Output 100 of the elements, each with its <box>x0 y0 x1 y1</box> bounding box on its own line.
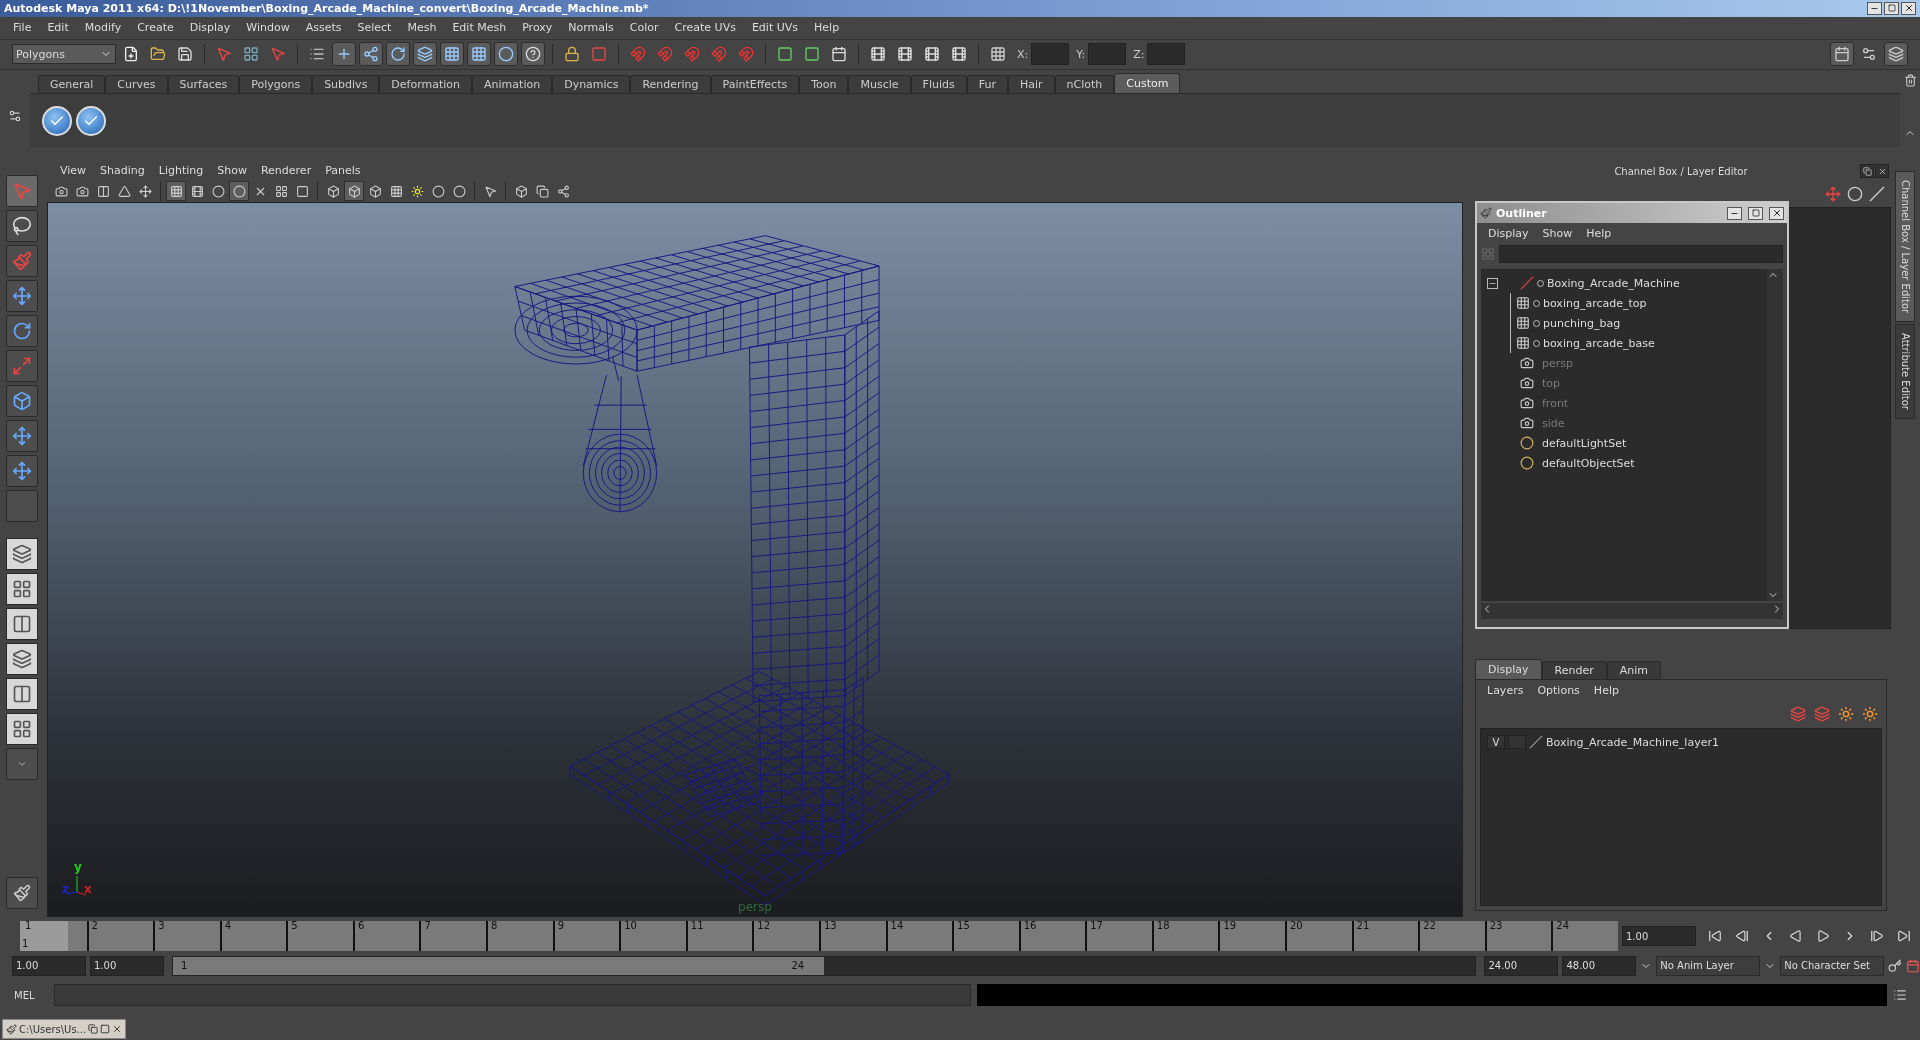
anim-layer-dropdown[interactable]: No Anim Layer <box>1656 955 1761 976</box>
frame-number: 15 <box>956 920 971 932</box>
current-time-field[interactable]: 1.00 <box>1622 926 1696 947</box>
frame-number: 9 <box>556 920 565 932</box>
shelf-tab[interactable]: Curves <box>105 75 168 94</box>
shelf-tab[interactable]: PaintEffects <box>710 75 800 94</box>
menu-item[interactable]: Layers <box>1480 681 1531 699</box>
shelf-tab[interactable]: Deformation <box>379 75 473 94</box>
viewport[interactable]: y z x persp <box>47 202 1463 918</box>
playback-start-field[interactable]: 1.00 <box>90 955 164 976</box>
menu-item[interactable]: Normals <box>561 19 621 37</box>
menu-item[interactable]: File <box>6 19 39 37</box>
menu-item[interactable]: Mesh <box>400 19 444 37</box>
shelf-tab[interactable]: nCloth <box>1054 75 1115 94</box>
camera-label: persp <box>738 900 772 915</box>
frame-number: 17 <box>1089 920 1104 932</box>
menu-item[interactable]: Window <box>239 19 297 37</box>
outliner-label: persp <box>1542 356 1573 370</box>
outliner-label: boxing_arcade_top <box>1543 296 1647 310</box>
menu-item[interactable]: Create UVs <box>667 19 743 37</box>
menu-item[interactable]: Lighting <box>151 162 211 180</box>
character-set-dropdown[interactable]: No Character Set <box>1780 955 1885 976</box>
shelf-tab[interactable]: Fluids <box>910 75 967 94</box>
frame-number: 4 <box>223 920 233 932</box>
outliner-label: top <box>1542 376 1561 390</box>
menu-item[interactable]: Shading <box>93 162 152 180</box>
menu-set-dropdown[interactable]: Polygons <box>12 44 116 65</box>
menu-item[interactable]: Create <box>130 19 181 37</box>
menu-item[interactable]: Help <box>807 19 847 37</box>
visibility-toggle[interactable]: V <box>1487 735 1505 750</box>
menu-item[interactable]: Edit Mesh <box>445 19 514 37</box>
menu-item[interactable]: Options <box>1530 681 1587 699</box>
menu-item[interactable]: Edit UVs <box>744 19 806 37</box>
start-time-field[interactable]: 1.00 <box>12 955 86 976</box>
frame-number: 23 <box>1488 920 1504 932</box>
shelf-tab[interactable]: Dynamics <box>552 75 631 94</box>
shelf-tab[interactable]: Fur <box>966 75 1008 94</box>
shelf-tab[interactable]: Custom <box>1114 73 1181 94</box>
menu-item[interactable]: Assets <box>298 19 349 37</box>
time-slider[interactable]: 1 1 2 3 4 5 6 7 8 9 10 11 12 13 14 15 16 17 18 19 20 21 22 23 24 <box>20 921 1618 952</box>
outliner-item[interactable]: punching_bag <box>1511 313 1767 334</box>
frame-number: 13 <box>822 920 838 932</box>
end-time-field[interactable]: 48.00 <box>1562 955 1637 976</box>
outliner-item[interactable]: defaultObjectSet <box>1481 453 1767 474</box>
shelf-tab[interactable]: Muscle <box>848 75 911 94</box>
menu-item[interactable]: Help <box>1579 224 1619 242</box>
shelf-tab[interactable]: Rendering <box>630 75 711 94</box>
layer-tab[interactable]: Anim <box>1606 661 1661 680</box>
menu-item[interactable]: Show <box>210 162 254 180</box>
outliner-label: side <box>1542 416 1565 430</box>
menu-item[interactable]: Proxy <box>515 19 560 37</box>
outliner-label: punching_bag <box>1543 316 1621 330</box>
frame-number: 8 <box>490 920 499 932</box>
frame-number: 1 <box>24 920 33 932</box>
shelf-tab[interactable]: Surfaces <box>167 75 240 94</box>
outliner-label: defaultObjectSet <box>1542 456 1635 470</box>
outliner-item[interactable]: Boxing_Arcade_Machine <box>1481 273 1767 294</box>
layer-row[interactable]: V Boxing_Arcade_Machine_layer1 <box>1487 732 1875 753</box>
coordinate-label: Z: <box>1133 47 1145 61</box>
frame-number: 12 <box>756 920 772 932</box>
menu-item[interactable]: Show <box>1535 224 1580 242</box>
menu-item[interactable]: Panels <box>318 162 368 180</box>
range-slider[interactable]: 1 24 <box>172 955 1477 976</box>
frame-number: 10 <box>623 920 638 932</box>
menu-item[interactable]: Display <box>182 19 238 37</box>
menu-item[interactable]: Display <box>1481 224 1536 242</box>
shelf-tab[interactable]: Animation <box>472 75 553 94</box>
window-title: Autodesk Maya 2011 x64: D:\!1November\Boxing_Arcade_Machine_convert\Boxing_Arcade_Machine.mb* <box>4 1 649 15</box>
layer-tab[interactable]: Render <box>1541 661 1607 680</box>
frame-number: 21 <box>1355 920 1371 932</box>
outliner-label: Boxing_Arcade_Machine <box>1547 276 1680 290</box>
frame-number: 5 <box>290 920 299 932</box>
outliner-item[interactable]: defaultLightSet <box>1481 433 1767 454</box>
shelf-tab[interactable]: Hair <box>1007 75 1055 94</box>
side-tab[interactable]: Channel Box / Layer Editor <box>1895 171 1915 323</box>
frame-number: 6 <box>356 920 366 932</box>
layer-tab[interactable]: Display <box>1475 659 1542 680</box>
axis-label: x <box>84 882 92 897</box>
minimized-window[interactable]: C:\Users\Us... <box>2 1019 127 1040</box>
axis-label: y <box>74 860 82 875</box>
frame-number: 7 <box>423 920 432 932</box>
playback-end-field[interactable]: 24.00 <box>1484 955 1559 976</box>
coordinate-label: Y: <box>1076 47 1086 61</box>
shelf-tab[interactable]: Toon <box>799 75 849 94</box>
menu-item[interactable]: View <box>53 162 94 180</box>
outliner-item[interactable]: boxing_arcade_base <box>1511 333 1767 354</box>
menu-item[interactable]: Help <box>1586 681 1626 699</box>
menu-item[interactable]: Edit <box>40 19 76 37</box>
menu-item[interactable]: Color <box>622 19 666 37</box>
shelf-tab[interactable]: Subdivs <box>312 75 380 94</box>
menu-item[interactable]: Select <box>350 19 399 37</box>
outliner-item[interactable]: boxing_arcade_top <box>1511 293 1767 314</box>
frame-number: 24 <box>1555 920 1571 932</box>
range-bar[interactable]: 1 24 <box>173 956 825 975</box>
shelf-tab[interactable]: General <box>38 75 106 94</box>
menu-item[interactable]: Renderer <box>253 162 319 180</box>
window-label: C:\Users\Us... <box>19 1023 87 1035</box>
shelf-tab[interactable]: Polygons <box>239 75 313 94</box>
side-tab[interactable]: Attribute Editor <box>1895 324 1915 420</box>
menu-item[interactable]: Modify <box>77 19 129 37</box>
